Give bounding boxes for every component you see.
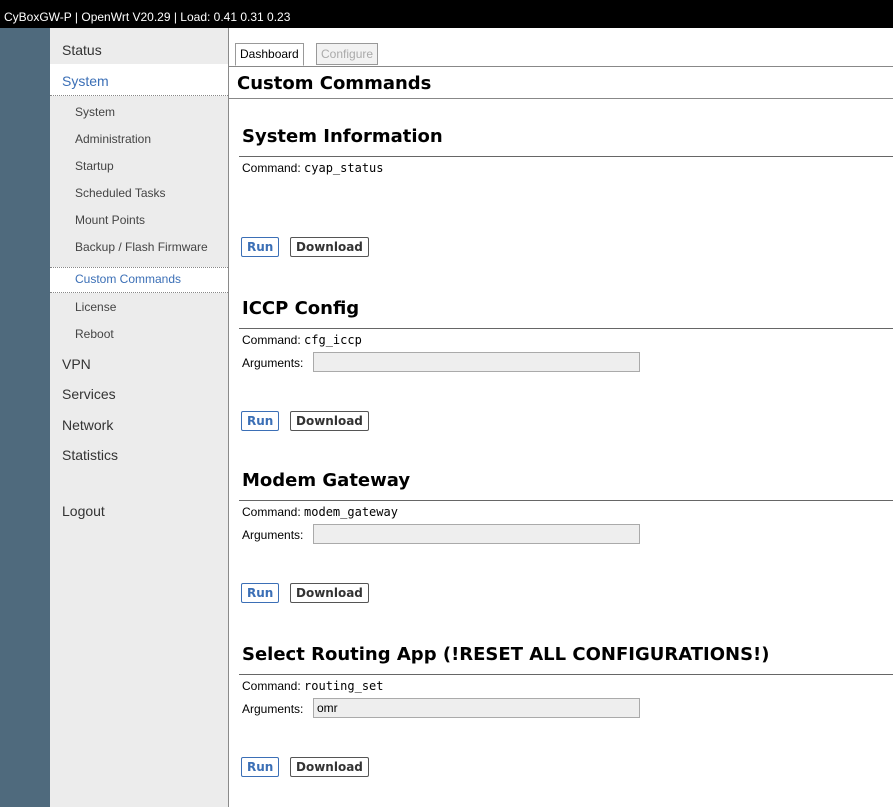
run-button[interactable]: Run (241, 237, 280, 257)
window-title: CyBoxGW-P | OpenWrt V20.29 | Load: 0.41 … (4, 10, 291, 24)
command-label: Command: (242, 333, 301, 347)
arguments-input[interactable] (313, 524, 640, 544)
run-button[interactable]: Run (241, 411, 280, 431)
sidebar-subitem-mount-points[interactable]: Mount Points (75, 213, 145, 227)
command-section-system-information: System Information Command: cyap_status … (239, 126, 893, 266)
sidebar-subitem-scheduled-tasks[interactable]: Scheduled Tasks (75, 186, 166, 200)
command-name: cfg_iccp (304, 333, 362, 347)
title-bar: CyBoxGW-P | OpenWrt V20.29 | Load: 0.41 … (0, 0, 893, 28)
main-content: Dashboard Configure Custom Commands Syst… (229, 28, 893, 807)
arguments-label: Arguments: (242, 702, 304, 716)
section-divider (239, 674, 893, 675)
sidebar-item-statistics[interactable]: Statistics (62, 447, 118, 463)
run-button[interactable]: Run (241, 757, 280, 777)
sidebar-item-system-label: System (62, 73, 109, 89)
tab-configure: Configure (316, 43, 379, 65)
page-title: Custom Commands (237, 73, 432, 94)
command-label: Command: (242, 505, 301, 519)
section-divider (239, 328, 893, 329)
section-divider (239, 500, 893, 501)
download-button[interactable]: Download (290, 583, 369, 603)
command-line: Command: cyap_status (242, 161, 384, 175)
sidebar-item-logout[interactable]: Logout (62, 503, 105, 519)
arguments-input[interactable] (313, 352, 640, 372)
section-title: System Information (242, 126, 443, 147)
command-line: Command: modem_gateway (242, 505, 398, 519)
command-label: Command: (242, 679, 301, 693)
command-section-modem-gateway: Modem Gateway Command: modem_gateway Arg… (239, 470, 893, 610)
sidebar-subitem-backup-flash[interactable]: Backup / Flash Firmware (75, 240, 208, 254)
title-divider (229, 98, 893, 99)
tab-bar: Dashboard Configure (229, 38, 893, 67)
command-label: Command: (242, 161, 301, 175)
sidebar-item-system[interactable]: System (50, 64, 228, 96)
sidebar-subitem-system[interactable]: System (75, 105, 115, 119)
sidebar-subitem-reboot[interactable]: Reboot (75, 327, 114, 341)
sidebar-item-status[interactable]: Status (62, 42, 102, 58)
sidebar-item-vpn[interactable]: VPN (62, 356, 91, 372)
run-button[interactable]: Run (241, 583, 280, 603)
sidebar-subitem-custom-commands[interactable]: Custom Commands (50, 267, 228, 293)
sidebar: Status System System Administration Star… (50, 28, 229, 807)
command-line: Command: routing_set (242, 679, 384, 693)
command-line: Command: cfg_iccp (242, 333, 362, 347)
sidebar-item-network[interactable]: Network (62, 417, 113, 433)
section-divider (239, 156, 893, 157)
section-title: Select Routing App (!RESET ALL CONFIGURA… (242, 644, 770, 665)
download-button[interactable]: Download (290, 411, 369, 431)
command-name: modem_gateway (304, 505, 398, 519)
section-title: ICCP Config (242, 298, 360, 319)
sidebar-item-services[interactable]: Services (62, 386, 116, 402)
command-name: routing_set (304, 679, 384, 693)
command-section-iccp-config: ICCP Config Command: cfg_iccp Arguments:… (239, 298, 893, 438)
arguments-input[interactable] (313, 698, 640, 718)
command-name: cyap_status (304, 161, 384, 175)
command-section-select-routing-app: Select Routing App (!RESET ALL CONFIGURA… (239, 644, 893, 784)
arguments-label: Arguments: (242, 528, 304, 542)
tab-dashboard[interactable]: Dashboard (235, 43, 304, 66)
sidebar-subitem-custom-commands-label: Custom Commands (75, 272, 182, 286)
section-title: Modem Gateway (242, 470, 411, 491)
download-button[interactable]: Download (290, 757, 369, 777)
sidebar-subitem-startup[interactable]: Startup (75, 159, 114, 173)
arguments-label: Arguments: (242, 356, 304, 370)
download-button[interactable]: Download (290, 237, 369, 257)
sidebar-subitem-administration[interactable]: Administration (75, 132, 151, 146)
left-accent-strip (0, 28, 50, 807)
sidebar-subitem-license[interactable]: License (75, 300, 116, 314)
